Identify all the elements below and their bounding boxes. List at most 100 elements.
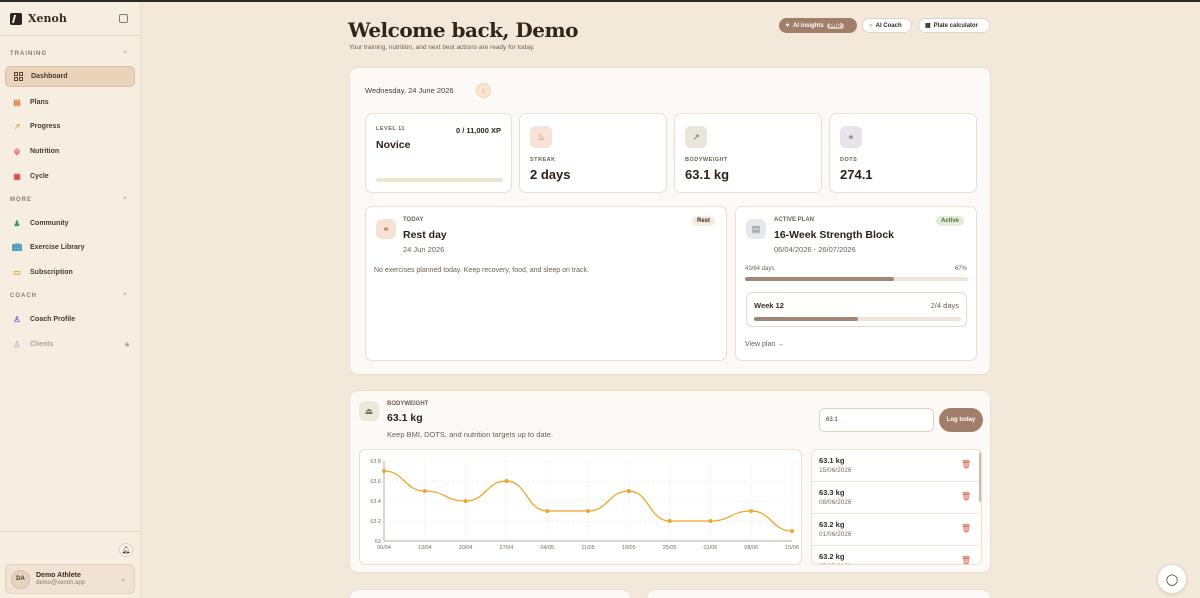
level-card: LEVEL 11 0 / 11,000 XP Novice — [365, 113, 512, 193]
x-tick-label: 15/06 — [785, 545, 799, 551]
xenoh-logo-icon — [10, 12, 22, 25]
user-email: demo@xenoh.app — [36, 580, 86, 586]
data-point — [749, 509, 754, 513]
y-tick-label: 63.2 — [370, 519, 381, 525]
log-today-button[interactable]: Log today — [939, 408, 983, 432]
plan-days: 43/64 days — [745, 266, 775, 272]
divider — [0, 531, 141, 532]
level-label: LEVEL 11 — [376, 126, 405, 132]
bottom-card-left — [349, 589, 631, 598]
bottom-card-right — [646, 589, 991, 598]
calculator-icon: ▦ — [925, 23, 931, 29]
user-menu[interactable]: DA Demo Athlete demo@xenoh.app ⌄ — [5, 564, 135, 594]
history-row: 63.2 kg 25/05/2026 🗑︎ — [812, 546, 979, 564]
chevron-up-icon[interactable]: ⌃ — [122, 196, 128, 204]
overview-card: Wednesday, 24 June 2026 ♁ LEVEL 11 0 / 1… — [349, 67, 991, 375]
trash-icon[interactable]: 🗑︎ — [961, 524, 971, 533]
sidebar-item-label: Exercise Library — [30, 244, 85, 251]
trash-icon[interactable]: 🗑︎ — [961, 492, 971, 501]
x-tick-label: 27/04 — [500, 545, 514, 551]
today-message: No exercises planned today. Keep recover… — [374, 267, 589, 274]
sidebar-item-label: Community — [30, 220, 69, 227]
bodyweight-chart-svg: 6363.263.463.663.806/04 13/04 20/04 27/04 04… — [370, 459, 799, 551]
history-weight: 63.1 kg — [819, 456, 845, 465]
history-date: 25/05/2026 — [819, 563, 852, 564]
week-progress-fill — [754, 317, 858, 321]
flame-icon: ♨ — [530, 126, 552, 148]
active-plan-card: ▤ ACTIVE PLAN 16-Week Strength Block 06/… — [735, 206, 977, 361]
history-row: 63.3 kg 08/06/2026 🗑︎ — [812, 482, 979, 514]
sidebar-item-community[interactable]: ♟ Community — [5, 213, 135, 234]
bodyweight-history-list: 63.1 kg 15/06/2026 🗑︎ 63.3 kg 08/06/2026 🗑︎ 63… — [811, 449, 982, 565]
sidebar-item-label: Plans — [30, 99, 49, 106]
chevron-up-icon[interactable]: ⌃ — [122, 292, 128, 300]
sidebar-item-label: Cycle — [30, 173, 49, 180]
dots-label: DOTS — [840, 157, 858, 163]
sidebar-item-cycle[interactable]: ▣ Cycle — [5, 166, 135, 187]
bodyweight-card: ⏏ BODYWEIGHT 63.1 kg Keep BMI, DOTS, and… — [349, 390, 991, 573]
chevron-up-icon[interactable]: ⌃ — [122, 50, 128, 58]
trash-icon[interactable]: 🗑︎ — [961, 460, 971, 469]
scrollbar[interactable] — [979, 452, 981, 502]
data-point — [790, 529, 794, 533]
pro-badge: PRO — [826, 22, 844, 29]
section-title-coach: COACH — [10, 293, 37, 299]
streak-value: 2 days — [530, 167, 571, 182]
sidebar-item-label: Progress — [30, 123, 61, 130]
sidebar-item-progress[interactable]: ↗ Progress — [5, 116, 135, 137]
sidebar-item-coach-profile[interactable]: ♙ Coach Profile — [5, 309, 135, 330]
dumbbell-icon: ⚭ — [840, 126, 862, 148]
users-icon: ♟ — [13, 219, 21, 228]
bodyweight-input[interactable]: 63.1 — [819, 408, 934, 432]
sidebar-collapse-icon[interactable] — [119, 14, 128, 23]
lock-icon: 🔒︎ — [125, 340, 129, 348]
chat-bubble-icon: ○ — [869, 22, 873, 29]
avatar: DA — [11, 569, 30, 589]
sidebar: Xenoh TRAINING ⌃ Dashboard ▤ Plans ↗ Pro… — [0, 2, 141, 598]
week-label: Week 12 — [754, 301, 784, 310]
brand[interactable]: Xenoh — [10, 12, 67, 25]
section-title-training: TRAINING — [10, 51, 47, 57]
current-date: Wednesday, 24 June 2026 — [365, 86, 454, 95]
sidebar-item-clients[interactable]: ♙ Clients 🔒︎ — [5, 334, 135, 355]
bodyweight-label: BODYWEIGHT — [685, 157, 728, 163]
today-date: 24 Jun 2026 — [403, 245, 445, 254]
lightbulb-icon[interactable]: ♁ — [476, 83, 491, 98]
user-plus-icon: ♙ — [13, 340, 21, 349]
sidebar-item-label: Subscription — [30, 269, 73, 276]
sidebar-item-exercise-library[interactable]: 📖︎ Exercise Library — [5, 237, 135, 258]
chevron-down-icon: ⌄ — [120, 576, 126, 583]
sidebar-item-nutrition[interactable]: ψ Nutrition — [5, 141, 135, 162]
history-weight: 63.3 kg — [819, 488, 845, 497]
history-date: 15/06/2026 — [819, 467, 852, 474]
sidebar-item-dashboard[interactable]: Dashboard — [5, 66, 135, 87]
sidebar-item-label: Clients — [30, 341, 54, 348]
bodyweight-section-value: 63.1 kg — [387, 412, 423, 424]
sidebar-item-subscription[interactable]: ▭ Subscription — [5, 262, 135, 283]
trash-icon[interactable]: 🗑︎ — [961, 556, 971, 564]
divider — [0, 35, 141, 36]
sparkle-icon: ✦ — [785, 23, 791, 29]
bodyweight-chart: 63 63.2 63.4 63.6 63.8 06/04 13/04 20/04 27/04 04… — [359, 449, 802, 565]
data-point — [463, 499, 468, 503]
ai-coach-button[interactable]: ○ AI Coach — [862, 18, 912, 33]
data-point — [708, 519, 713, 523]
plan-progress-bar — [745, 277, 968, 281]
x-tick-label: 04/05 — [540, 545, 554, 551]
bodyweight-value: 63.1 kg — [685, 167, 730, 182]
y-tick-label: 63.8 — [370, 459, 381, 465]
view-plan-link[interactable]: View plan → — [745, 341, 784, 348]
chat-bubble-icon[interactable]: ◯ — [1157, 564, 1187, 594]
ai-coach-label: AI Coach — [875, 22, 902, 29]
trend-icon: ↗ — [685, 126, 707, 148]
plate-calculator-button[interactable]: ▦ Plate calculator — [918, 18, 990, 33]
today-label: TODAY — [403, 217, 424, 223]
sidebar-item-plans[interactable]: ▤ Plans — [5, 92, 135, 113]
page-title: Welcome back, Demo — [348, 18, 579, 42]
x-tick-label: 18/05 — [622, 545, 636, 551]
ai-insights-button[interactable]: ✦ AI insights PRO — [779, 18, 857, 33]
bell-icon[interactable]: 🔔︎ — [119, 543, 133, 557]
xp-value: 0 / 11,000 XP — [455, 126, 501, 135]
section-title-more: MORE — [10, 197, 32, 203]
card-icon: ▭ — [13, 268, 21, 277]
